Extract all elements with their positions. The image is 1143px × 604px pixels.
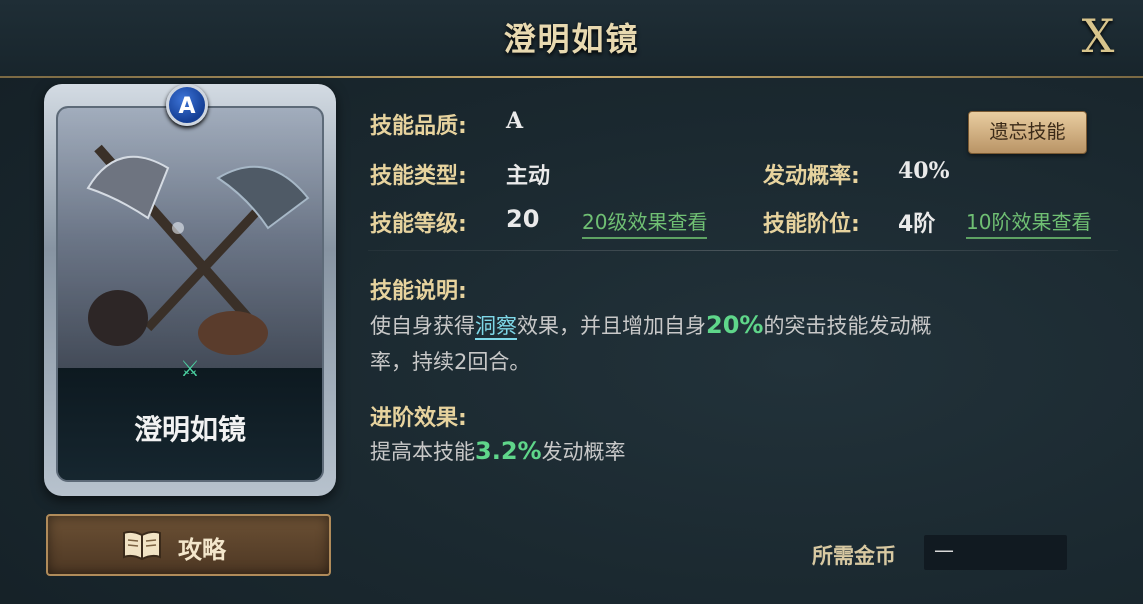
guide-button[interactable]: 攻略 <box>46 514 331 576</box>
description-line-2: 率，持续2回合。 <box>370 350 531 374</box>
tier-value: 4阶 <box>898 212 936 237</box>
gold-cost-value: — <box>934 538 954 562</box>
level-effect-link[interactable]: 20级效果查看 <box>582 206 708 239</box>
description-text: 的突击技能发动概 <box>763 314 932 338</box>
tier-effect-link[interactable]: 10阶效果查看 <box>966 206 1092 239</box>
skill-card: ⚔ 澄明如镜 <box>44 84 336 496</box>
chance-label: 发动概率: <box>763 164 860 189</box>
type-label: 技能类型: <box>370 164 467 189</box>
description-text: 使自身获得 <box>370 314 475 338</box>
description-label: 技能说明: <box>370 279 467 304</box>
tier-label: 技能阶位: <box>763 212 860 237</box>
advance-value: 3.2% <box>475 437 542 465</box>
chance-value: 40% <box>898 158 950 184</box>
advance-text: 提高本技能 <box>370 440 475 464</box>
close-button[interactable]: X <box>1073 10 1123 62</box>
header-divider <box>0 76 1143 78</box>
description-line-1: 使自身获得洞察效果，并且增加自身20%的突击技能发动概 <box>370 310 931 340</box>
card-name: 澄明如镜 <box>133 413 246 446</box>
type-value: 主动 <box>506 164 551 189</box>
quality-label: 技能品质: <box>370 114 467 139</box>
advance-text: 发动概率 <box>541 440 626 464</box>
level-label: 技能等级: <box>370 212 467 237</box>
guide-button-label: 攻略 <box>178 536 226 564</box>
forget-skill-button[interactable]: 遗忘技能 <box>968 111 1087 154</box>
skill-artwork <box>58 108 322 368</box>
gold-cost-label: 所需金币 <box>812 544 896 568</box>
section-divider <box>368 250 1118 251</box>
header-bar: 澄明如镜 X <box>0 0 1143 78</box>
advance-label: 进阶效果: <box>370 406 467 431</box>
crossed-axes-icon: ⚔ <box>180 357 200 382</box>
book-icon <box>123 530 161 561</box>
description-value: 20% <box>706 311 764 339</box>
quality-value: A <box>506 108 524 134</box>
grade-badge: A <box>166 84 208 126</box>
insight-term-link[interactable]: 洞察 <box>475 314 517 340</box>
description-text: 效果，并且增加自身 <box>517 314 706 338</box>
page-title: 澄明如镜 <box>503 20 640 58</box>
level-value: 20 <box>506 205 540 233</box>
advance-line: 提高本技能3.2%发动概率 <box>370 436 626 466</box>
card-frame: ⚔ 澄明如镜 <box>56 106 324 482</box>
